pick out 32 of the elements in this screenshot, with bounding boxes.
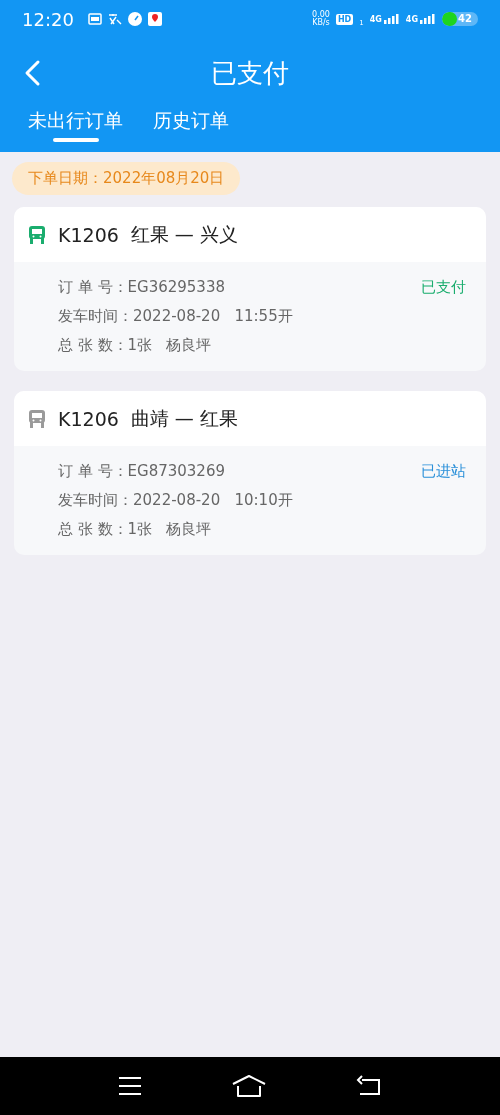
- hd-badge: HD: [335, 13, 354, 25]
- card-icon: [87, 13, 102, 25]
- tab[interactable]: 未出行订单: [28, 108, 123, 146]
- order-number: 订 单 号：EG36295338: [58, 278, 226, 297]
- order-date: 下单日期：2022年08月20日: [12, 162, 241, 195]
- route: 曲靖 — 红果: [130, 405, 238, 431]
- menu-button[interactable]: [118, 1076, 142, 1096]
- train-number: K1206: [58, 407, 119, 430]
- ticket-count: 总 张 数：1张 杨良坪: [58, 336, 213, 355]
- home-button[interactable]: [232, 1075, 266, 1097]
- ticket-count: 总 张 数：1张 杨良坪: [58, 520, 213, 539]
- network-type: 4G: [369, 15, 382, 24]
- page-title: 已支付: [211, 56, 289, 90]
- status-time: 12:20: [22, 8, 74, 30]
- network-type: 4G: [405, 15, 418, 24]
- order-status: 已支付: [421, 278, 466, 298]
- order-status: 已进站: [421, 462, 466, 482]
- speedometer-icon: [127, 12, 142, 26]
- route: 红果 — 兴义: [130, 221, 238, 247]
- speed-unit: KB/s: [312, 19, 330, 27]
- departure-time: 发车时间：2022-08-20 10:10开: [58, 491, 293, 510]
- tab[interactable]: 历史订单: [153, 108, 229, 146]
- departure-time: 发车时间：2022-08-20 11:55开: [58, 307, 293, 326]
- network-speed: 0.00: [312, 11, 330, 19]
- back-nav-button[interactable]: [356, 1075, 382, 1097]
- translate-icon: [107, 13, 122, 25]
- train-number: K1206: [58, 223, 119, 246]
- order-number: 订 单 号：EG87303269: [58, 462, 226, 481]
- battery-indicator: 42: [442, 12, 478, 26]
- map-pin-icon: [147, 12, 162, 26]
- signal-icon: [383, 14, 400, 24]
- signal-icon: [420, 14, 436, 24]
